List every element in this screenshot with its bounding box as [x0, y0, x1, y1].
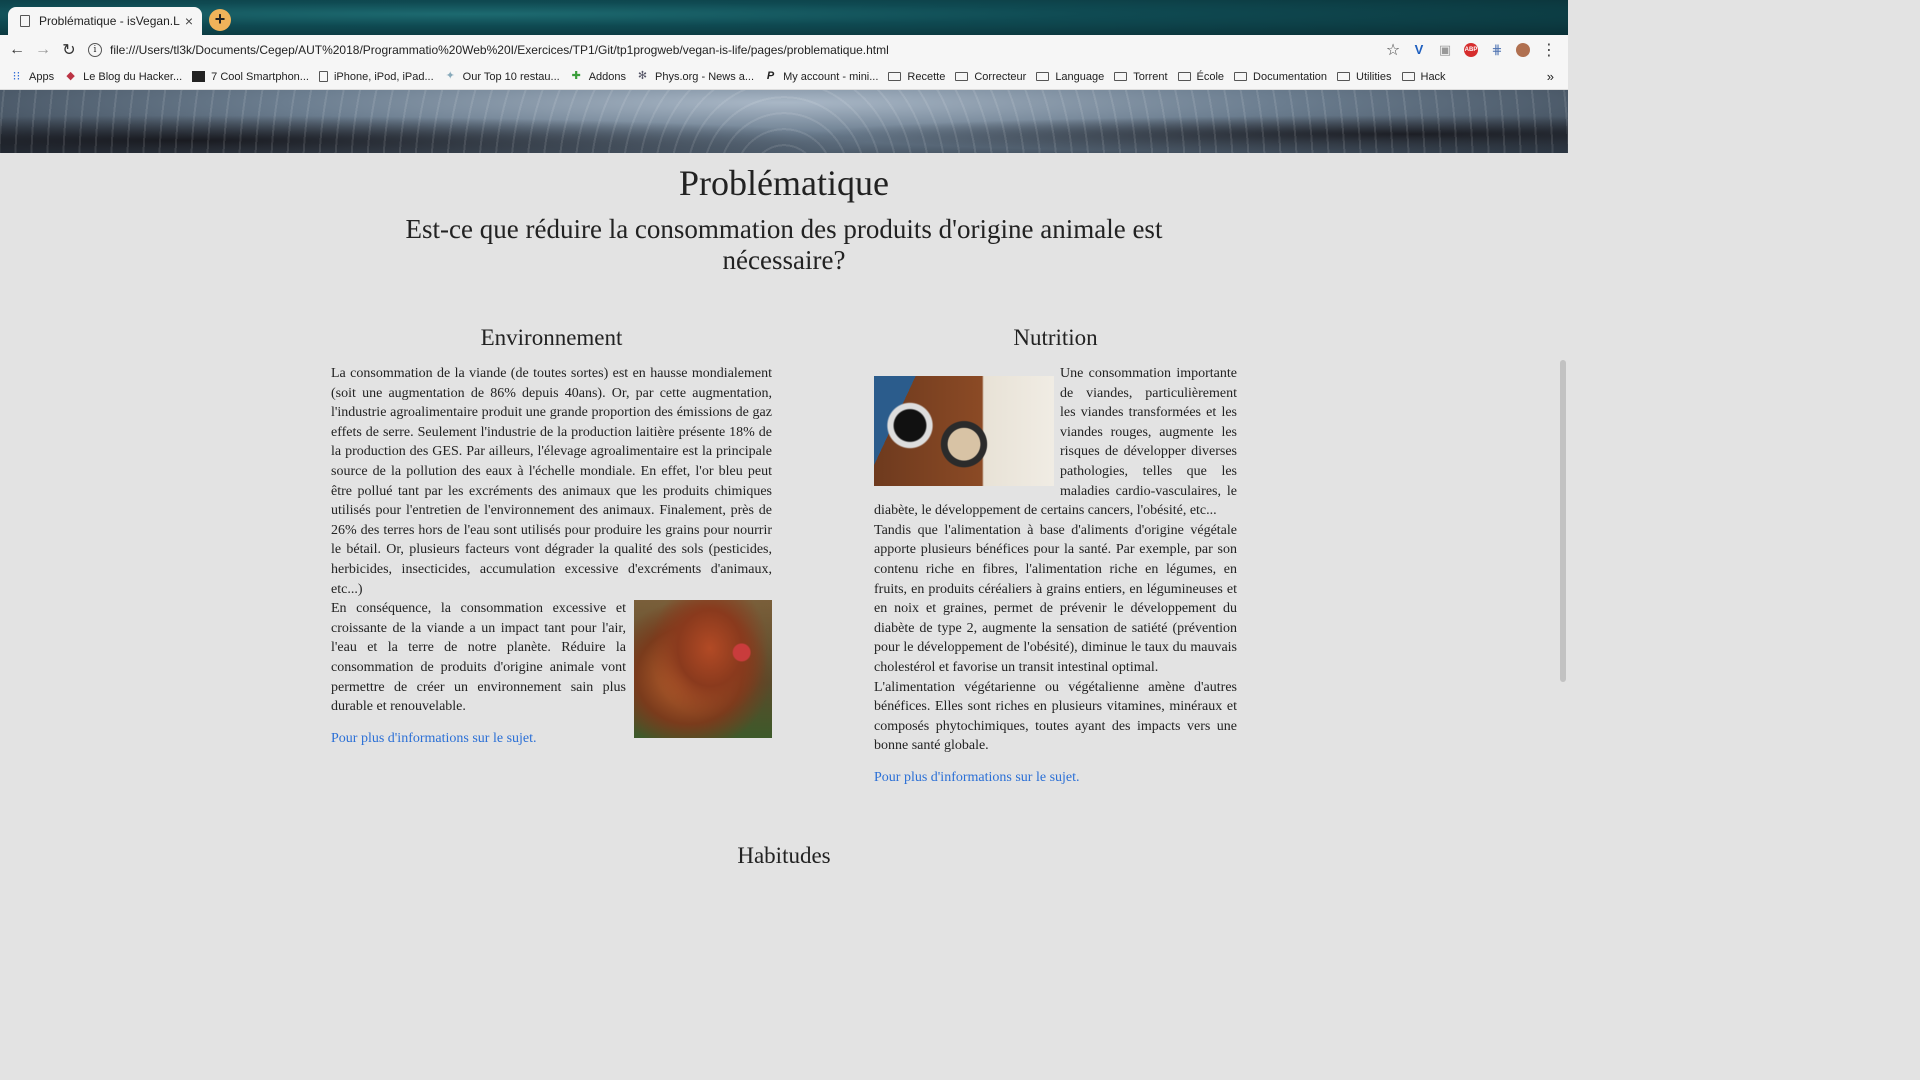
back-arrow-icon[interactable]: ← — [4, 41, 30, 59]
bookmark-folder[interactable]: Language — [1036, 71, 1104, 83]
adblock-icon[interactable]: ABP — [1464, 42, 1478, 57]
star-site-icon: ✦ — [445, 70, 455, 82]
bookmark-folder[interactable]: Hack — [1401, 71, 1446, 83]
folder-icon — [888, 72, 902, 81]
bookmark-folder[interactable]: Torrent — [1114, 71, 1168, 83]
apps-grid-icon: ⁝⁝ — [12, 69, 21, 83]
bookmark-item[interactable]: P My account - mini... — [764, 70, 879, 83]
bookmark-item[interactable]: ✻ Phys.org - News a... — [636, 71, 754, 83]
bookmark-item[interactable]: iPhone, iPod, iPad... — [318, 71, 434, 83]
bookmark-apps[interactable]: ⁝⁝ Apps — [10, 69, 54, 83]
environment-more-info-link[interactable]: Pour plus d'informations sur le sujet. — [331, 731, 537, 747]
profile-avatar[interactable] — [1516, 42, 1530, 57]
more-bookmarks-button[interactable]: » — [1547, 69, 1554, 84]
bookmark-star-icon[interactable]: ☆ — [1380, 40, 1406, 60]
habits-heading: Habitudes — [737, 843, 831, 868]
folder-icon — [1177, 72, 1191, 81]
bookmark-folder[interactable]: Utilities — [1337, 71, 1392, 83]
paypal-icon: P — [766, 70, 775, 82]
menu-icon[interactable]: ⋮ — [1536, 40, 1562, 60]
environment-paragraph: La consommation de la viande (de toutes … — [331, 366, 772, 597]
vimeo-extension-icon[interactable]: V — [1406, 42, 1432, 57]
nutrition-section: Nutrition Une consommation importante de… — [874, 322, 1237, 786]
environment-section: Environnement La consommation de la vian… — [331, 322, 772, 747]
folder-icon — [1114, 72, 1128, 81]
reload-icon[interactable]: ↻ — [56, 40, 82, 60]
physorg-icon: ✻ — [637, 70, 648, 82]
nutrition-more-info-link[interactable]: Pour plus d'informations sur le sujet. — [874, 770, 1080, 786]
bookmarks-bar: ⁝⁝ Apps ◆ Le Blog du Hacker... 7 Cool Smar… — [0, 64, 1568, 90]
folder-icon — [1234, 72, 1248, 81]
bookmark-folder[interactable]: Correcteur — [955, 71, 1026, 83]
page-icon — [318, 71, 328, 82]
browser-toolbar: ← → ↻ i file:///Users/tl3k/Documents/Ceg… — [0, 35, 1568, 64]
extension-icon[interactable]: ▣ — [1432, 42, 1458, 58]
header-banner-image — [0, 90, 1568, 153]
breakfast-image — [874, 376, 1054, 486]
browser-tab[interactable]: Problématique - isVegan.Life × — [8, 7, 202, 35]
url-text[interactable]: file:///Users/tl3k/Documents/Cegep/AUT%2… — [110, 43, 889, 57]
bookmark-folder[interactable]: École — [1177, 71, 1224, 83]
nutrition-paragraph: L'alimentation végétarienne ou végétalie… — [874, 679, 1237, 754]
bookmark-folder[interactable]: Documentation — [1234, 71, 1327, 83]
bookmark-item[interactable]: 7 Cool Smartphon... — [192, 71, 309, 83]
nutrition-paragraph: Tandis que l'alimentation à base d'alime… — [874, 522, 1237, 675]
close-tab-icon[interactable]: × — [180, 13, 198, 29]
tab-strip: Problématique - isVegan.Life × + — [0, 0, 1568, 35]
page-title: Problématique — [679, 163, 889, 203]
hacker-blog-icon: ◆ — [66, 70, 75, 82]
folder-icon — [1401, 72, 1415, 81]
folder-icon — [955, 72, 969, 81]
grid-extension-icon[interactable]: ⋕ — [1484, 42, 1510, 58]
bookmark-item[interactable]: ◆ Le Blog du Hacker... — [64, 71, 182, 83]
nutrition-heading: Nutrition — [1013, 325, 1098, 350]
puzzle-icon: ✚ — [571, 70, 581, 82]
bookmark-item[interactable]: ✚ Addons — [570, 71, 626, 83]
tab-title: Problématique - isVegan.Life — [39, 14, 180, 28]
page-question: Est-ce que réduire la consommation des p… — [405, 214, 1163, 275]
address-bar[interactable]: i file:///Users/tl3k/Documents/Cegep/AUT… — [88, 38, 1380, 62]
new-tab-button[interactable]: + — [209, 9, 231, 31]
info-icon[interactable]: i — [88, 42, 102, 57]
page-icon — [20, 15, 30, 27]
scrollbar-thumb[interactable] — [1560, 360, 1566, 682]
folder-icon — [1337, 72, 1351, 81]
folder-icon — [1036, 72, 1050, 81]
bookmark-item[interactable]: ✦ Our Top 10 restau... — [444, 71, 560, 83]
hen-image — [634, 600, 772, 739]
forward-arrow-icon[interactable]: → — [30, 41, 56, 59]
bookmark-folder[interactable]: Recette — [888, 71, 945, 83]
dark-site-icon — [192, 71, 206, 82]
environment-heading: Environnement — [480, 325, 623, 350]
